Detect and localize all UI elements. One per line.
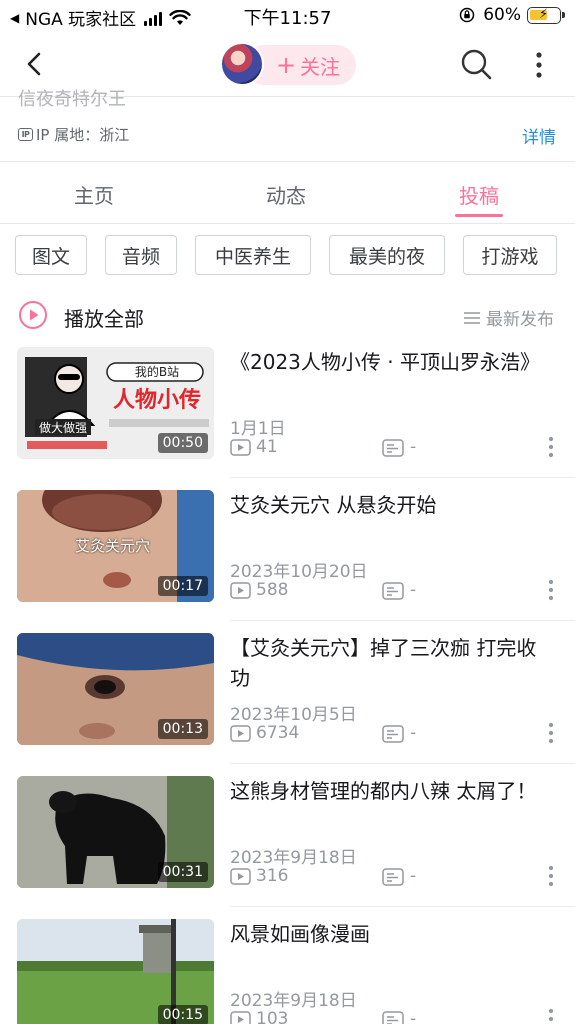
video-date: 2023年10月5日 [230,705,357,725]
video-item[interactable]: 00:13 【艾灸关元穴】掉了三次痂 打完收功 2023年10月5日 6734 … [0,633,575,776]
follow-label: 关注 [300,54,341,79]
tab-activity[interactable]: 动态 [238,180,334,209]
chip-gaming[interactable]: 打游戏 [463,235,557,275]
play-all-row: 播放全部 最新发布 [18,300,558,332]
video-item[interactable]: 做大做强 我的B站 人物小传 00:50 《2023人物小传 · 平顶山罗永浩》… [0,347,575,490]
sort-button[interactable]: 最新发布 [463,305,554,330]
video-duration: 00:15 [157,1005,208,1024]
thumbnail-caption: 艾灸关元穴 [75,537,151,555]
chip-tcm[interactable]: 中医养生 [195,235,311,275]
danmaku-icon [382,1011,404,1024]
play-count: 103 [256,1009,289,1024]
video-date: 2023年9月18日 [230,848,357,868]
chip-night[interactable]: 最美的夜 [329,235,445,275]
video-title[interactable]: 艾灸关元穴 从悬灸开始 [230,490,540,520]
item-divider [230,477,575,478]
more-vertical-icon[interactable] [524,48,554,82]
video-stats: 316 - [230,866,560,888]
video-stats: 588 - [230,580,560,602]
sort-lines-icon [464,311,480,324]
chip-audio[interactable]: 音频 [105,235,177,275]
thumb1-sub-text: 做大做强 [39,420,87,435]
thumb1-badge-text: 我的B站 [135,364,179,379]
video-thumbnail[interactable]: 00:15 [17,919,214,1024]
play-count: 6734 [256,723,300,743]
video-stats: 103 - [230,1009,560,1024]
video-duration: 00:31 [157,862,208,882]
danmaku-icon [382,868,404,886]
video-thumbnail[interactable]: 00:13 [17,633,214,745]
more-vertical-icon[interactable] [547,865,555,887]
play-all-button[interactable]: 播放全部 [64,303,144,332]
video-duration: 00:50 [157,433,208,453]
video-title[interactable]: 《2023人物小传 · 平顶山罗永浩》 [230,347,540,377]
ip-location-label: IP 属地：浙江 [36,126,130,144]
orientation-lock-icon [459,7,475,23]
video-date: 1月1日 [230,419,286,439]
video-item[interactable]: 艾灸关元穴 00:17 艾灸关元穴 从悬灸开始 2023年10月20日 588 … [0,490,575,633]
sort-label: 最新发布 [486,310,554,330]
danmaku-icon [382,439,404,457]
profile-tabs: 主页 动态 投稿 [0,162,575,224]
more-vertical-icon[interactable] [547,579,555,601]
profile-signature: 信夜奇特尔王 [18,89,126,107]
back-arrow-icon[interactable] [20,46,52,82]
video-item[interactable]: 00:31 这熊身材管理的都内八辣 太屑了！ 2023年9月18日 316 - [0,776,575,919]
thumb1-title-text: 人物小传 [113,387,201,413]
status-bar: ◀ NGA 玩家社区 下午11:57 60% ⚡ [0,0,575,32]
battery-icon: ⚡ [527,6,565,24]
item-divider [230,763,575,764]
detail-link[interactable]: 详情 [522,123,556,148]
video-date: 2023年10月20日 [230,562,368,582]
item-divider [230,620,575,621]
search-icon[interactable] [459,47,493,81]
ip-icon: IP [18,128,33,141]
danmaku-count: - [410,866,417,886]
video-stats: 41 - [230,437,560,459]
profile-page: ◀ NGA 玩家社区 下午11:57 60% ⚡ + 关注 信夜奇特尔王 IP … [0,0,575,1024]
play-count-icon [230,1011,251,1024]
avatar[interactable] [220,42,264,86]
tabs-divider [0,223,575,224]
video-duration: 00:13 [157,719,208,739]
more-vertical-icon[interactable] [547,1008,555,1024]
chip-image-text[interactable]: 图文 [15,235,87,275]
video-date: 2023年9月18日 [230,991,357,1011]
plus-icon: + [275,51,297,79]
play-count-icon [230,725,251,742]
play-all-icon[interactable] [18,300,48,330]
danmaku-count: - [410,580,417,600]
play-count-icon [230,439,251,456]
play-count-icon [230,582,251,599]
video-thumbnail[interactable]: 00:31 [17,776,214,888]
play-count: 41 [256,437,278,457]
item-divider [230,906,575,907]
nav-bar: + 关注 [0,32,575,96]
play-count: 588 [256,580,289,600]
video-item[interactable]: 00:15 风景如画像漫画 2023年9月18日 103 - [0,919,575,1024]
ip-location: IP IP 属地：浙江 [18,124,129,145]
video-title[interactable]: 【艾灸关元穴】掉了三次痂 打完收功 [230,633,540,693]
danmaku-icon [382,725,404,743]
play-count: 316 [256,866,289,886]
tab-submissions[interactable]: 投稿 [431,180,527,209]
video-title[interactable]: 这熊身材管理的都内八辣 太屑了！ [230,776,540,806]
danmaku-count: - [410,437,417,457]
battery-percent: 60% [483,5,521,25]
more-vertical-icon[interactable] [547,722,555,744]
video-title[interactable]: 风景如画像漫画 [230,919,540,949]
video-thumbnail[interactable]: 做大做强 我的B站 人物小传 00:50 [17,347,214,459]
video-thumbnail[interactable]: 艾灸关元穴 00:17 [17,490,214,602]
danmaku-count: - [410,1009,417,1024]
danmaku-count: - [410,723,417,743]
active-tab-indicator [455,214,503,217]
status-right: 60% ⚡ [459,5,565,25]
more-vertical-icon[interactable] [547,436,555,458]
video-stats: 6734 - [230,723,560,745]
video-duration: 00:17 [157,576,208,596]
tab-home[interactable]: 主页 [46,180,142,209]
play-count-icon [230,868,251,885]
danmaku-icon [382,582,404,600]
